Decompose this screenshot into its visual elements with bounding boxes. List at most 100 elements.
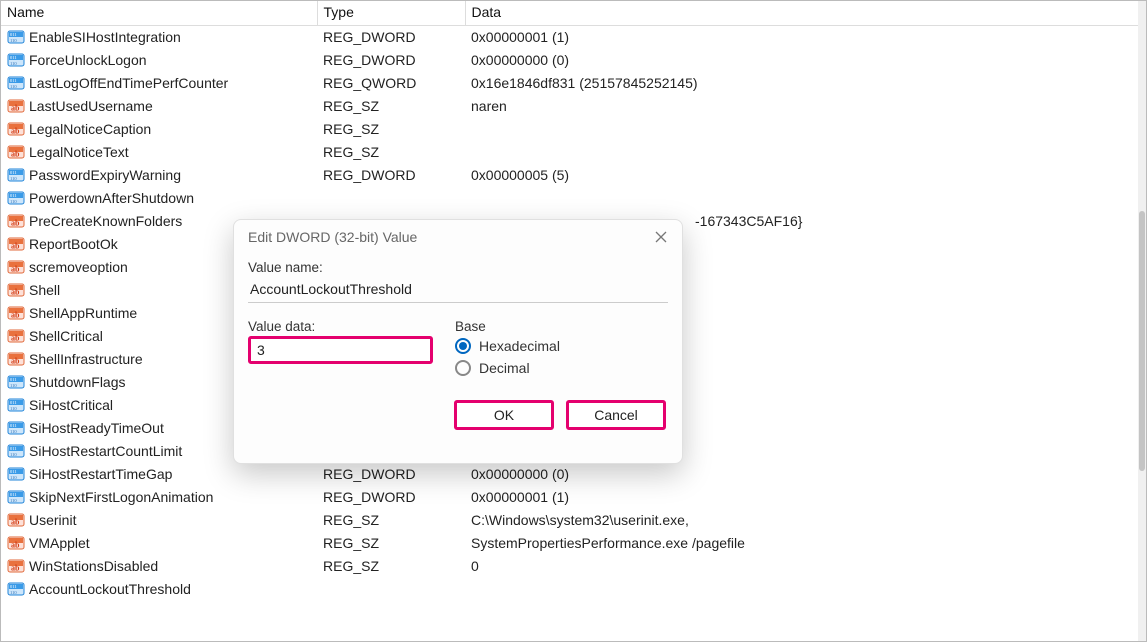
- value-type: [317, 233, 465, 256]
- table-row[interactable]: 011110AccountLockoutThreshold: [1, 578, 1138, 601]
- value-name: ForceUnlockLogon: [29, 52, 147, 68]
- value-name: WinStationsDisabled: [29, 558, 158, 574]
- value-name: SiHostCritical: [29, 397, 113, 413]
- value-name: LegalNoticeText: [29, 144, 129, 160]
- table-row[interactable]: 011110SiHostCritical: [1, 394, 1138, 417]
- svg-text:011: 011: [10, 377, 17, 382]
- value-type: [317, 302, 465, 325]
- svg-text:110: 110: [10, 176, 17, 181]
- table-row[interactable]: abVMAppletREG_SZSystemPropertiesPerforma…: [1, 532, 1138, 555]
- table-row[interactable]: abReportBootOk: [1, 233, 1138, 256]
- string-value-icon: ab: [7, 258, 25, 276]
- value-type: REG_QWORD: [317, 72, 465, 95]
- svg-text:011: 011: [10, 423, 17, 428]
- svg-text:ab: ab: [11, 150, 20, 159]
- value-type: [317, 394, 465, 417]
- value-name: ShellAppRuntime: [29, 305, 137, 321]
- value-data: -167343C5AF16}: [465, 210, 1138, 233]
- column-header-name[interactable]: Name: [1, 1, 317, 26]
- value-data: [465, 371, 1138, 394]
- string-value-icon: ab: [7, 557, 25, 575]
- vertical-scrollbar[interactable]: [1138, 1, 1146, 641]
- string-value-icon: ab: [7, 120, 25, 138]
- table-row[interactable]: 011110PowerdownAfterShutdown: [1, 187, 1138, 210]
- value-type: REG_DWORD: [317, 463, 465, 486]
- value-name: EnableSIHostIntegration: [29, 29, 181, 45]
- table-row[interactable]: abLegalNoticeCaptionREG_SZ: [1, 118, 1138, 141]
- table-row[interactable]: abShell: [1, 279, 1138, 302]
- binary-value-icon: 011110: [7, 74, 25, 92]
- registry-editor-pane: Name Type Data 011110EnableSIHostIntegra…: [0, 0, 1147, 642]
- binary-value-icon: 011110: [7, 442, 25, 460]
- value-data: SystemPropertiesPerformance.exe /pagefil…: [465, 532, 1138, 555]
- svg-text:011: 011: [10, 32, 17, 37]
- svg-text:011: 011: [10, 193, 17, 198]
- table-row[interactable]: abPreCreateKnownFolders-167343C5AF16}: [1, 210, 1138, 233]
- table-row[interactable]: abLastUsedUsernameREG_SZnaren: [1, 95, 1138, 118]
- value-data: 0: [465, 555, 1138, 578]
- value-data: [465, 394, 1138, 417]
- scrollbar-thumb[interactable]: [1139, 211, 1145, 471]
- column-header-type[interactable]: Type: [317, 1, 465, 26]
- binary-value-icon: 011110: [7, 419, 25, 437]
- svg-text:011: 011: [10, 400, 17, 405]
- value-name: SiHostReadyTimeOut: [29, 420, 164, 436]
- svg-text:ab: ab: [11, 518, 20, 527]
- svg-text:ab: ab: [11, 242, 20, 251]
- table-row[interactable]: 011110 EnableSIHostIntegration REG_DWORD0x…: [1, 26, 1138, 49]
- column-header-data[interactable]: Data: [465, 1, 1138, 26]
- registry-value-list[interactable]: Name Type Data 011110EnableSIHostIntegra…: [1, 1, 1138, 641]
- value-type: REG_DWORD: [317, 164, 465, 187]
- svg-text:110: 110: [10, 199, 17, 204]
- table-row[interactable]: 011110ForceUnlockLogonREG_DWORD0x0000000…: [1, 49, 1138, 72]
- value-type: [317, 210, 465, 233]
- binary-value-icon: 011110: [7, 189, 25, 207]
- table-row[interactable]: abShellCritical: [1, 325, 1138, 348]
- string-value-icon: ab: [7, 327, 25, 345]
- table-row[interactable]: abUserinitREG_SZC:\Windows\system32\user…: [1, 509, 1138, 532]
- value-name: VMApplet: [29, 535, 90, 551]
- value-type: REG_DWORD: [317, 26, 465, 49]
- svg-text:110: 110: [10, 498, 17, 503]
- value-data: [465, 302, 1138, 325]
- table-row[interactable]: 011110SiHostRestartCountLimit REG_DWORD0x…: [1, 440, 1138, 463]
- value-type: REG_DWORD: [317, 440, 465, 463]
- string-value-icon: ab: [7, 235, 25, 253]
- value-name: SiHostRestartCountLimit: [29, 443, 182, 459]
- table-row[interactable]: abWinStationsDisabled REG_SZ0: [1, 555, 1138, 578]
- svg-text:110: 110: [10, 590, 17, 595]
- table-row[interactable]: 011110SiHostRestartTimeGapREG_DWORD0x000…: [1, 463, 1138, 486]
- value-type: REG_SZ: [317, 555, 465, 578]
- svg-text:011: 011: [10, 469, 17, 474]
- table-row[interactable]: abShellInfrastructure: [1, 348, 1138, 371]
- svg-text:110: 110: [10, 38, 17, 43]
- value-type: REG_SZ: [317, 95, 465, 118]
- value-data: 0x00000001 (1): [465, 26, 1138, 49]
- svg-text:ab: ab: [11, 541, 20, 550]
- value-name: scremoveoption: [29, 259, 128, 275]
- table-row[interactable]: 011110PasswordExpiryWarningREG_DWORD0x00…: [1, 164, 1138, 187]
- table-row[interactable]: 011110ShutdownFlags: [1, 371, 1138, 394]
- binary-value-icon: 011110: [7, 51, 25, 69]
- binary-value-icon: 011110: [7, 166, 25, 184]
- value-data: 0x00000000 (0): [465, 463, 1138, 486]
- value-data: 0x16e1846df831 (25157845252145): [465, 72, 1138, 95]
- table-row[interactable]: abscremoveoption: [1, 256, 1138, 279]
- value-type: [317, 578, 465, 601]
- value-data: C:\Windows\system32\userinit.exe,: [465, 509, 1138, 532]
- value-type: REG_SZ: [317, 509, 465, 532]
- value-data: naren: [465, 95, 1138, 118]
- string-value-icon: ab: [7, 143, 25, 161]
- svg-text:011: 011: [10, 492, 17, 497]
- string-value-icon: ab: [7, 511, 25, 529]
- table-row[interactable]: abShellAppRuntime: [1, 302, 1138, 325]
- table-row[interactable]: abLegalNoticeTextREG_SZ: [1, 141, 1138, 164]
- value-data: 0x00000000 (0): [465, 440, 1138, 463]
- table-row[interactable]: 011110LastLogOffEndTimePerfCounterREG_QW…: [1, 72, 1138, 95]
- string-value-icon: ab: [7, 97, 25, 115]
- value-name: ShellInfrastructure: [29, 351, 143, 367]
- binary-value-icon: 011110: [7, 465, 25, 483]
- value-name: PreCreateKnownFolders: [29, 213, 182, 229]
- table-row[interactable]: 011110SkipNextFirstLogonAnimationREG_DWO…: [1, 486, 1138, 509]
- table-row[interactable]: 011110SiHostReadyTimeOutREG_DWORD0x00000…: [1, 417, 1138, 440]
